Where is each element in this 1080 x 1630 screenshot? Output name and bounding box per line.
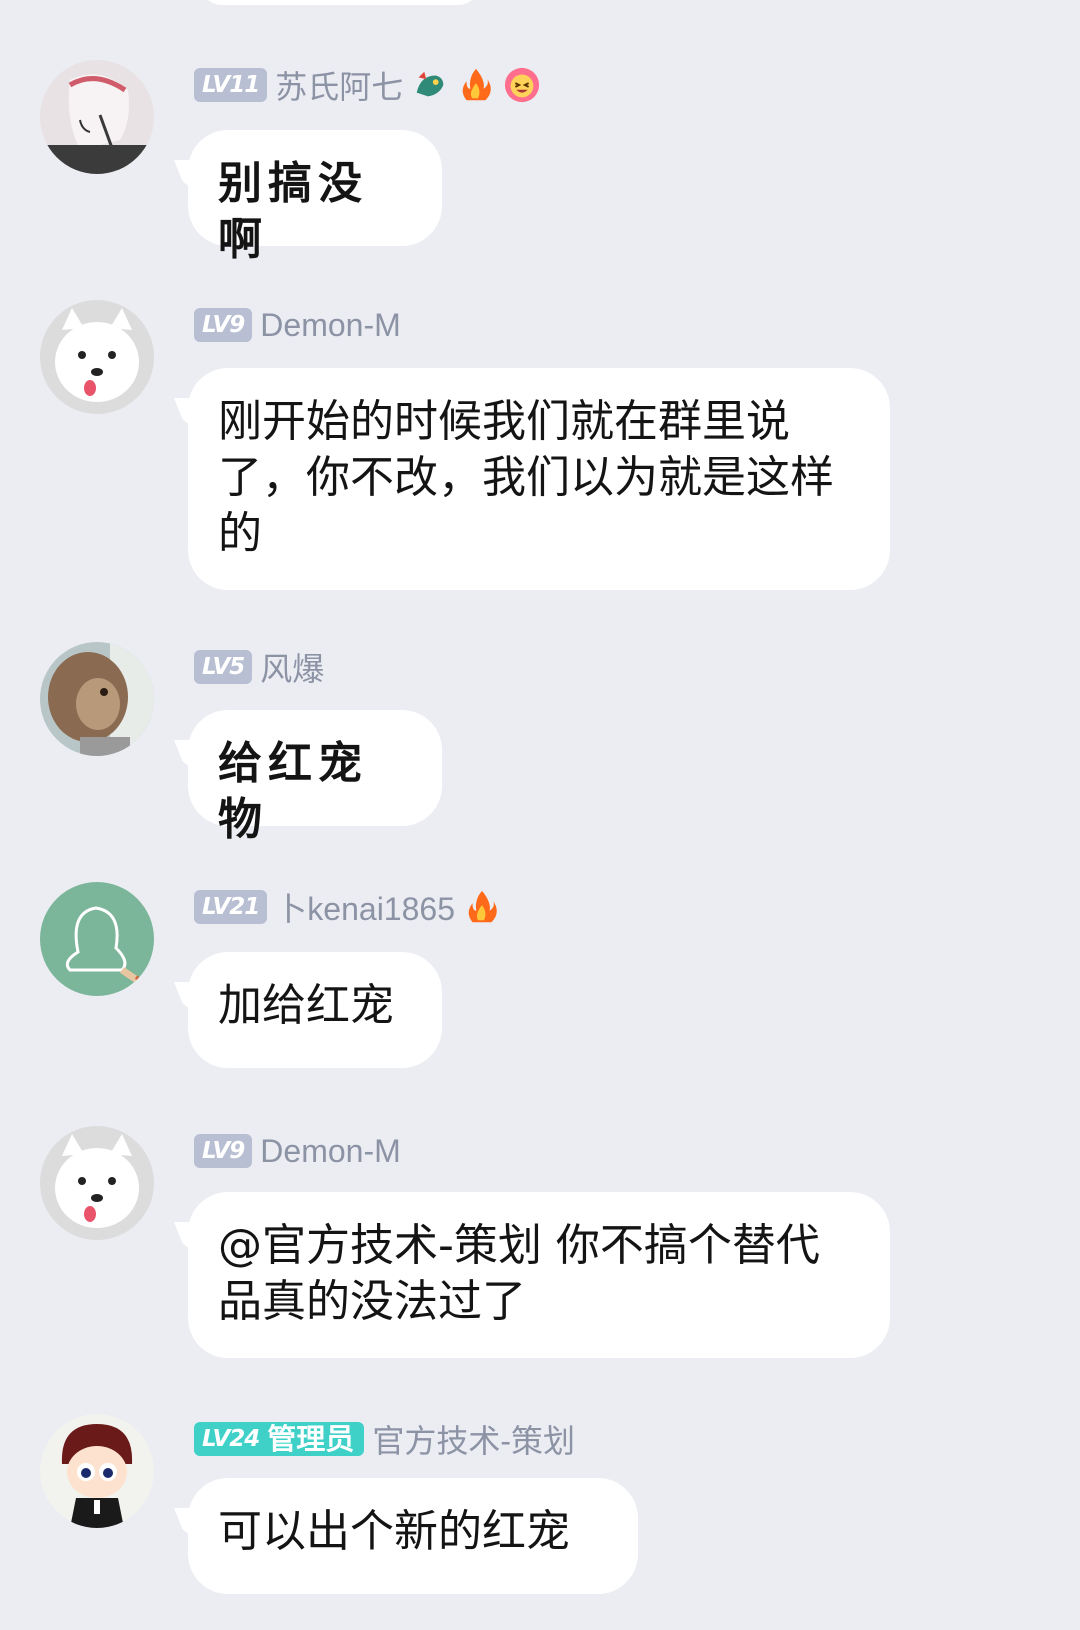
username[interactable]: 风爆 (260, 644, 324, 690)
username[interactable]: Demon-M (260, 307, 400, 344)
avatar[interactable] (40, 1414, 154, 1528)
level-badge: LV21 (194, 890, 268, 924)
message-bubble[interactable]: 别搞没啊 (188, 130, 442, 265)
message-bubble[interactable]: 刚开始的时候我们就在群里说了，你不改，我们以为就是这样的 (188, 368, 890, 590)
username[interactable]: Demon-M (260, 1133, 400, 1170)
fire-icon (463, 888, 501, 926)
avatar[interactable] (40, 1126, 154, 1240)
level-badge: LV11 (194, 68, 268, 102)
message-bubble[interactable]: 给红宠物 (188, 710, 442, 845)
level-badge: LV9 (194, 1134, 253, 1168)
admin-role-badge: 管理员 (265, 1422, 365, 1456)
message-bubble[interactable]: @官方技术-策划 你不搞个替代品真的没法过了 (188, 1192, 890, 1358)
fire-icon (457, 66, 495, 104)
laughing-face-icon (503, 66, 541, 104)
avatar[interactable] (40, 60, 154, 174)
avatar[interactable] (40, 642, 154, 756)
avatar[interactable] (40, 300, 154, 414)
level-badge: LV5 (194, 650, 253, 684)
level-badge: LV24 (194, 1422, 266, 1456)
username[interactable]: 卜kenai1865 (275, 884, 455, 930)
level-badge: LV9 (194, 308, 253, 342)
message-bubble[interactable]: 加给红宠 (188, 952, 442, 1068)
username[interactable]: 官方技术-策划 (372, 1416, 575, 1462)
dragon-icon (411, 66, 449, 104)
previous-message-bubble (200, 0, 480, 5)
message-bubble[interactable]: 可以出个新的红宠 (188, 1478, 638, 1594)
username[interactable]: 苏氏阿七 (275, 62, 403, 108)
avatar[interactable] (40, 882, 154, 996)
